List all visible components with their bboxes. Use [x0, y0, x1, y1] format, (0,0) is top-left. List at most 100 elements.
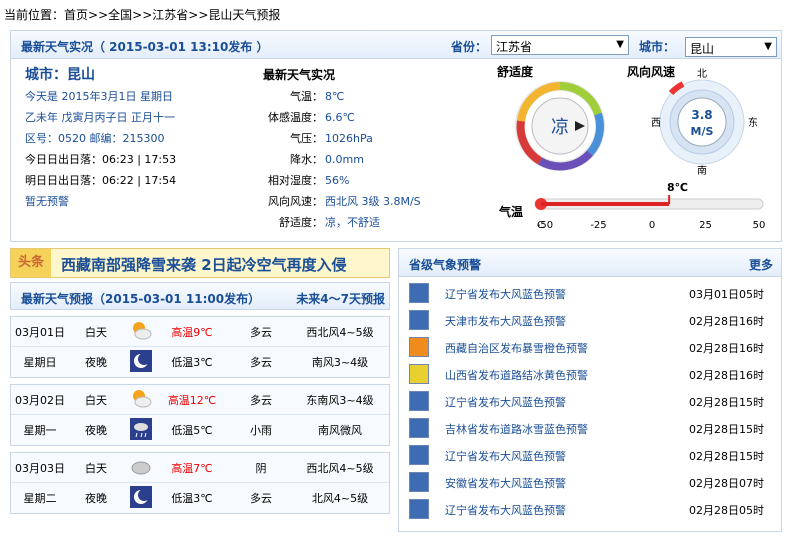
temp-tick-label: 0	[649, 220, 655, 231]
warning-text[interactable]: 天津市发布大风蓝色预警	[445, 313, 566, 329]
forecast-column: 头条 西藏南部强降雪来袭 2日起冷空气再度入侵 最新天气预报（2015-03-0…	[10, 248, 390, 514]
observation-key: 相对湿度：	[268, 174, 323, 187]
warning-text[interactable]: 辽宁省发布大风蓝色预警	[445, 502, 566, 518]
warning-item[interactable]: 辽宁省发布大风蓝色预警 02月28日15时	[399, 387, 781, 414]
warning-text[interactable]: 辽宁省发布大风蓝色预警	[445, 286, 566, 302]
forecast-row: 星期一 夜晚 低温5℃ 小雨 南风微风	[11, 415, 389, 445]
forecast-weather: 小雨	[250, 424, 272, 437]
forecast-weather: 多云	[250, 356, 272, 369]
forecast-temp: 低温5℃	[171, 424, 213, 437]
compass-north: 北	[697, 68, 707, 80]
observation-key: 体感温度：	[268, 111, 323, 124]
warning-text[interactable]: 西藏自治区发布暴雪橙色预警	[445, 340, 588, 356]
forecast-date: 03月03日	[15, 461, 65, 475]
warning-badge-icon	[409, 310, 429, 330]
warning-item[interactable]: 天津市发布大风蓝色预警 02月28日16时	[399, 306, 781, 333]
chevron-down-icon: ▼	[616, 39, 624, 50]
moon-icon	[130, 349, 152, 375]
warning-time: 02月28日05时	[689, 504, 764, 517]
comfort-value: 凉	[551, 117, 569, 138]
city-info: 城市：昆山 今天是 2015年3月1日 星期日 乙未年 戊寅月丙子日 正月十一 …	[25, 65, 176, 212]
warning-item[interactable]: 山西省发布道路结冰黄色预警 02月28日16时	[399, 360, 781, 387]
headline-text[interactable]: 西藏南部强降雪来袭 2日起冷空气再度入侵	[61, 254, 347, 275]
forecast-period: 白天	[85, 325, 107, 339]
today-date: 今天是 2015年3月1日 星期日	[25, 90, 173, 103]
forecast-day: 03月02日 白天 高温12℃ 多云 东南风3~4级 星期一 夜晚 低温5℃ 小…	[10, 384, 390, 446]
forecast-day: 03月01日 白天 高温9℃ 多云 西北风4~5级 星期日 夜晚 低温3℃ 多云…	[10, 316, 390, 378]
breadcrumb-current: >>昆山天气预报	[188, 8, 281, 22]
warning-time: 02月28日15时	[689, 450, 764, 463]
forecast-row: 03月01日 白天 高温9℃ 多云 西北风4~5级	[11, 317, 389, 347]
province-select-value: 江苏省	[496, 40, 533, 54]
observation-value: 西北风 3级 3.8M/S	[325, 195, 421, 208]
forecast-temp: 低温3℃	[171, 356, 213, 369]
warning-text[interactable]: 山西省发布道路结冰黄色预警	[445, 367, 588, 383]
warning-time: 02月28日16时	[689, 342, 764, 355]
warning-text[interactable]: 吉林省发布道路冰雪蓝色预警	[445, 421, 588, 437]
warning-item[interactable]: 辽宁省发布大风蓝色预警 02月28日15时	[399, 441, 781, 468]
warning-badge-icon	[409, 445, 429, 465]
warning-item[interactable]: 西藏自治区发布暴雪橙色预警 02月28日16时	[399, 333, 781, 360]
compass-south: 南	[697, 164, 707, 177]
lunar-date: 乙未年 戊寅月丙子日 正月十一	[25, 111, 175, 124]
observation-value: 6.6℃	[325, 111, 355, 124]
warning-text[interactable]: 辽宁省发布大风蓝色预警	[445, 448, 566, 464]
warning-badge-icon	[409, 418, 429, 438]
headline-banner[interactable]: 头条 西藏南部强降雪来袭 2日起冷空气再度入侵	[10, 248, 390, 278]
observation-key: 风向风速：	[268, 195, 323, 208]
warnings-more-link[interactable]: 更多	[749, 256, 773, 273]
warning-item[interactable]: 安徽省发布大风蓝色预警 02月28日07时	[399, 468, 781, 495]
forecast-row: 03月02日 白天 高温12℃ 多云 东南风3~4级	[11, 385, 389, 415]
forecast-weather: 多云	[250, 492, 272, 505]
forecast-period: 夜晚	[85, 492, 107, 505]
comfort-label: 舒适度	[497, 65, 534, 79]
warning-text[interactable]: 安徽省发布大风蓝色预警	[445, 475, 566, 491]
forecast-temp: 低温3℃	[171, 492, 213, 505]
temp-tick-label: -25	[590, 220, 606, 231]
warning-badge-icon	[409, 283, 429, 303]
forecast-date: 03月02日	[15, 393, 65, 407]
headline-tag: 头条	[11, 249, 51, 277]
warning-item[interactable]: 吉林省发布道路冰雪蓝色预警 02月28日15时	[399, 414, 781, 441]
observation-key: 气压：	[290, 132, 323, 145]
temp-bar: C -50 -25 0 25 50	[534, 195, 765, 231]
temp-tick-label: 25	[699, 220, 712, 231]
temp-fill	[541, 202, 670, 206]
forecast-date: 03月01日	[15, 325, 65, 339]
wind-speed-unit: M/S	[691, 125, 714, 138]
observation-value: 8℃	[325, 90, 345, 103]
observation-row: 相对湿度： 56%	[261, 170, 421, 191]
warning-item[interactable]: 辽宁省发布大风蓝色预警 03月01日05时	[399, 279, 781, 306]
warning-item[interactable]: 辽宁省发布大风蓝色预警 02月28日05时	[399, 495, 781, 522]
forecast-week: 星期二	[23, 492, 57, 505]
forecast-row: 03月03日 白天 高温7℃ 阴 西北风4~5级	[11, 453, 389, 483]
alert-status[interactable]: 暂无预警	[25, 191, 176, 212]
warning-text[interactable]: 辽宁省发布大风蓝色预警	[445, 394, 566, 410]
warning-badge-icon	[409, 391, 429, 411]
observation-key: 降水：	[290, 153, 323, 166]
breadcrumb-country[interactable]: >>全国	[88, 8, 132, 22]
sun-today: 今日日出日落：06:23 | 17:53	[25, 153, 177, 166]
forecast-more-link[interactable]: 未来4～7天预报	[296, 290, 385, 307]
forecast-wind: 西北风4~5级	[306, 461, 374, 475]
forecast-row: 星期日 夜晚 低温3℃ 多云 南风3~4级	[11, 347, 389, 377]
province-select[interactable]: 江苏省 ▼	[491, 35, 629, 55]
forecast-title: 最新天气预报（2015-03-01 11:00发布）	[21, 292, 261, 306]
breadcrumb-province[interactable]: >>江苏省	[132, 8, 188, 22]
forecast-period: 白天	[85, 393, 107, 407]
observation-title: 最新天气实况	[263, 68, 336, 82]
breadcrumb-prefix: 当前位置：	[4, 8, 65, 22]
city-label: 城市：	[639, 40, 676, 54]
wind-speed-value: 3.8	[691, 108, 712, 122]
breadcrumb-home[interactable]: 首页	[64, 8, 88, 22]
observation-value: 凉，不舒适	[325, 216, 380, 229]
warning-time: 02月28日15时	[689, 423, 764, 436]
observation-row: 气温： 8℃	[261, 86, 421, 107]
city-select[interactable]: 昆山 ▼	[685, 37, 777, 57]
observation-row: 体感温度： 6.6℃	[261, 107, 421, 128]
warning-badge-icon	[409, 499, 429, 519]
forecast-temp: 高温9℃	[171, 325, 213, 339]
comfort-gauge: 凉	[515, 81, 605, 171]
observation-value: 0.0mm	[325, 153, 364, 166]
observation-row: 气压： 1026hPa	[261, 128, 421, 149]
